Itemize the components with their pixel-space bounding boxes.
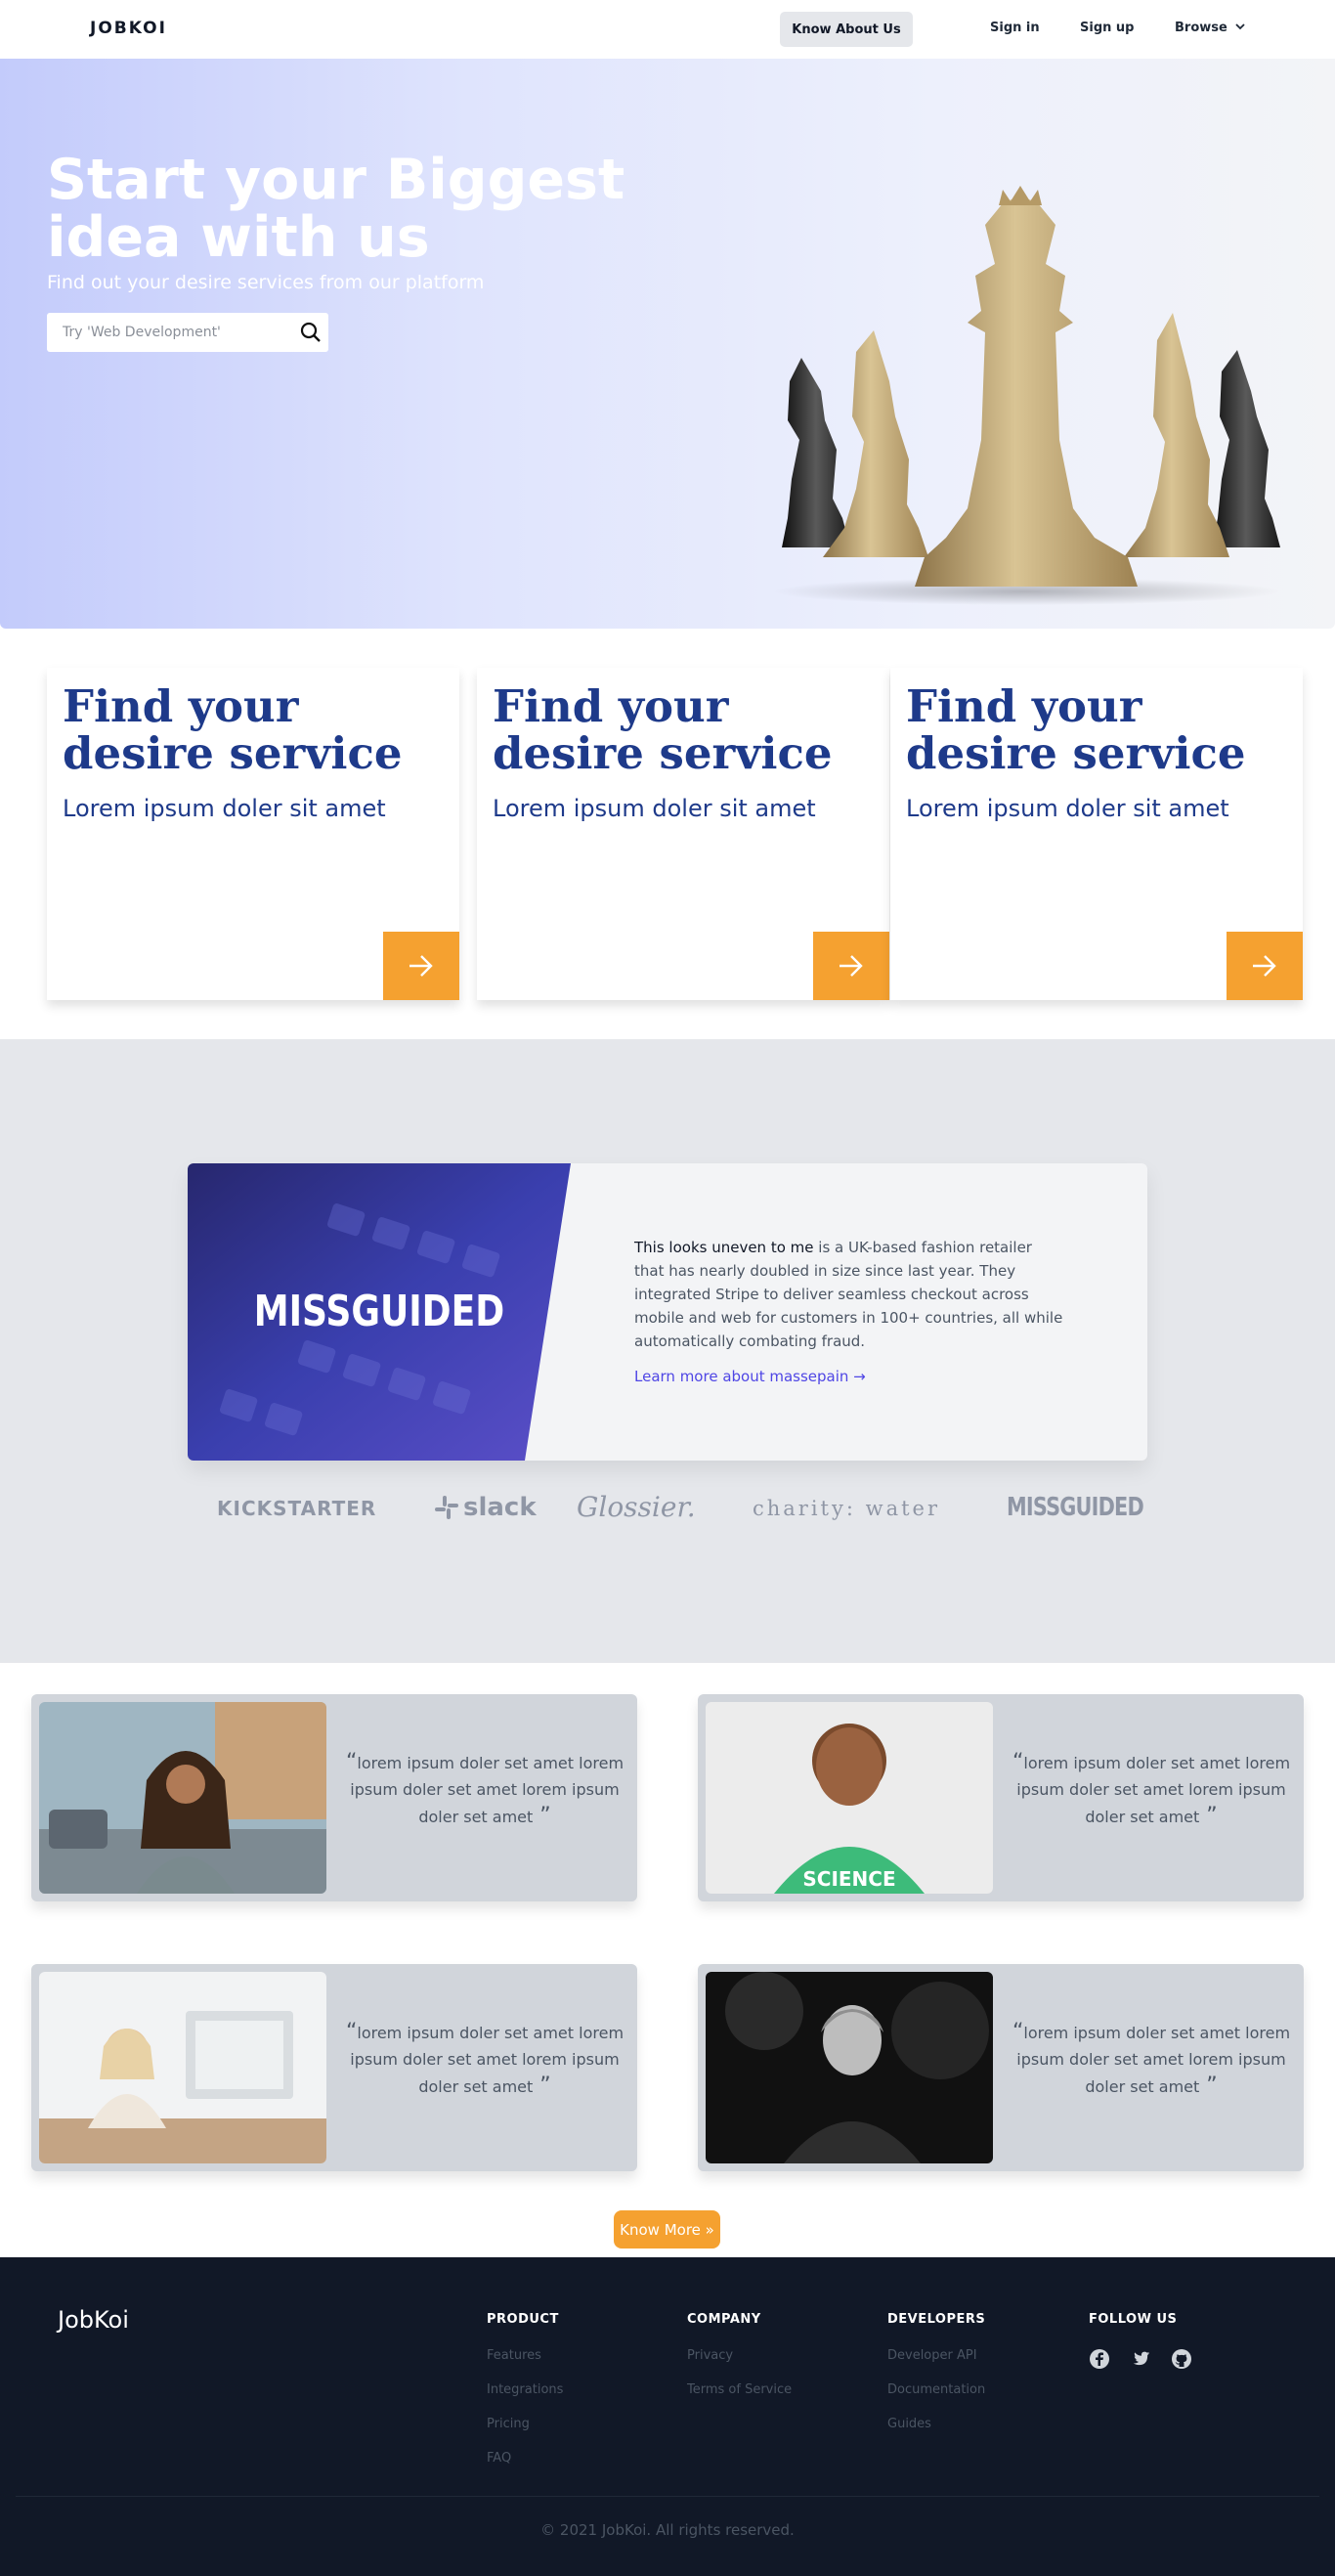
footer-brand[interactable]: JobKoi (58, 2306, 129, 2334)
footer-product-column: PRODUCT Features Integrations Pricing FA… (487, 2312, 563, 2485)
slack-logo-text: slack (463, 1493, 537, 1522)
learn-more-link[interactable]: Learn more about massepain → (634, 1368, 866, 1385)
slack-icon (435, 1496, 458, 1519)
service-card-subtitle: Lorem ipsum doler sit amet (63, 795, 386, 822)
footer-company-column: COMPANY Privacy Terms of Service (687, 2312, 792, 2417)
footer-heading: DEVELOPERS (887, 2312, 986, 2327)
testimonial-photo (39, 1972, 326, 2163)
glossier-logo: Glossier. (577, 1491, 696, 1523)
testimonial-photo: SCIENCE (706, 1702, 993, 1894)
testimonials-section: “lorem ipsum doler set amet lorem ipsum … (0, 1663, 1335, 2257)
missguided-logo: MISSGUIDED (1007, 1493, 1144, 1522)
service-card-arrow-button[interactable] (813, 932, 889, 1000)
twitter-icon[interactable] (1130, 2348, 1151, 2370)
logo[interactable]: JOBKOI (90, 19, 167, 38)
customer-story-text: This looks uneven to me is a UK-based fa… (634, 1236, 1064, 1353)
missguided-keyboard-image: MISSGUIDED (188, 1163, 571, 1461)
github-icon[interactable] (1171, 2348, 1192, 2370)
testimonial-quote-text: lorem ipsum doler set amet lorem ipsum d… (1016, 2024, 1291, 2096)
footer-link[interactable]: Developer API (887, 2348, 985, 2363)
arrow-right-icon (1253, 955, 1276, 977)
testimonial-quote: “lorem ipsum doler set amet lorem ipsum … (345, 2020, 624, 2098)
arrow-right-icon (840, 955, 863, 977)
social-icons (1089, 2348, 1192, 2370)
svg-text:MISSGUIDED: MISSGUIDED (254, 1288, 504, 1336)
facebook-icon[interactable] (1089, 2348, 1110, 2370)
services-section: Find your desire service Lorem ipsum dol… (0, 629, 1335, 1039)
footer-link[interactable]: Terms of Service (687, 2382, 792, 2397)
search-icon[interactable] (299, 321, 323, 348)
testimonial-card: “lorem ipsum doler set amet lorem ipsum … (31, 1694, 637, 1901)
sign-up-link[interactable]: Sign up (1080, 21, 1134, 35)
service-card-title: Find your desire service (63, 680, 403, 779)
footer-link[interactable]: Features (487, 2348, 563, 2363)
testimonial-photo (706, 1972, 993, 2163)
testimonial-card: SCIENCE “lorem ipsum doler set amet lore… (698, 1694, 1304, 1901)
hero-subtitle: Find out your desire services from our p… (47, 272, 485, 293)
search-box (47, 313, 328, 352)
copyright-text: © 2021 JobKoi. All rights reserved. (540, 2521, 795, 2539)
footer-heading: PRODUCT (487, 2312, 559, 2327)
footer-link[interactable]: Documentation (887, 2382, 985, 2397)
customer-logos: KICKSTARTER slack Glossier. charity: wat… (188, 1489, 1147, 1528)
browse-label: Browse (1175, 21, 1227, 35)
testimonial-quote: “lorem ipsum doler set amet lorem ipsum … (1012, 2020, 1291, 2098)
customer-story-lead: This looks uneven to me (634, 1239, 814, 1256)
testimonial-quote: “lorem ipsum doler set amet lorem ipsum … (345, 1750, 624, 1828)
service-card: Find your desire service Lorem ipsum dol… (47, 668, 459, 1000)
sign-in-link[interactable]: Sign in (990, 21, 1040, 35)
browse-dropdown[interactable]: Browse (1175, 21, 1245, 35)
chess-pieces-image (772, 186, 1280, 605)
footer: JobKoi PRODUCT Features Integrations Pri… (0, 2257, 1335, 2576)
testimonial-photo (39, 1702, 326, 1894)
footer-divider (16, 2496, 1319, 2497)
service-card: Find your desire service Lorem ipsum dol… (890, 668, 1303, 1000)
hero-section: Start your Biggest idea with us Find out… (0, 59, 1335, 629)
footer-heading: FOLLOW US (1089, 2312, 1178, 2327)
footer-link[interactable]: Pricing (487, 2417, 563, 2431)
footer-link[interactable]: Privacy (687, 2348, 792, 2363)
testimonial-quote-text: lorem ipsum doler set amet lorem ipsum d… (350, 2024, 624, 2096)
kickstarter-logo: KICKSTARTER (217, 1497, 377, 1520)
footer-link[interactable]: Integrations (487, 2382, 563, 2397)
testimonial-card: “lorem ipsum doler set amet lorem ipsum … (31, 1964, 637, 2171)
charity-water-logo: charity: water (753, 1497, 941, 1520)
svg-text:SCIENCE: SCIENCE (802, 1867, 895, 1891)
testimonial-quote-text: lorem ipsum doler set amet lorem ipsum d… (1016, 1754, 1291, 1826)
search-input[interactable] (63, 325, 287, 340)
hero-title: Start your Biggest idea with us (47, 148, 625, 270)
testimonial-quote: “lorem ipsum doler set amet lorem ipsum … (1012, 1750, 1291, 1828)
service-card-arrow-button[interactable] (383, 932, 459, 1000)
service-card: Find your desire service Lorem ipsum dol… (477, 668, 889, 1000)
slack-logo: slack (434, 1493, 537, 1522)
top-nav: JOBKOI Know About Us Sign in Sign up Bro… (0, 0, 1335, 59)
know-about-us-button[interactable]: Know About Us (780, 12, 913, 47)
footer-link[interactable]: FAQ (487, 2451, 563, 2466)
chevron-down-icon (1235, 22, 1245, 33)
customer-story-section: MISSGUIDED This looks uneven to me is a … (0, 1039, 1335, 1663)
know-more-button[interactable]: Know More » (614, 2210, 720, 2249)
testimonial-card: “lorem ipsum doler set amet lorem ipsum … (698, 1964, 1304, 2171)
service-card-arrow-button[interactable] (1227, 932, 1303, 1000)
arrow-right-icon (409, 955, 433, 977)
footer-link[interactable]: Guides (887, 2417, 985, 2431)
footer-follow-column: FOLLOW US (1089, 2312, 1192, 2370)
footer-developers-column: DEVELOPERS Developer API Documentation G… (887, 2312, 985, 2451)
service-card-title: Find your desire service (906, 680, 1246, 779)
testimonial-quote-text: lorem ipsum doler set amet lorem ipsum d… (350, 1754, 624, 1826)
service-card-title: Find your desire service (493, 680, 833, 779)
customer-story-card: MISSGUIDED This looks uneven to me is a … (188, 1163, 1147, 1461)
service-card-subtitle: Lorem ipsum doler sit amet (906, 795, 1229, 822)
footer-heading: COMPANY (687, 2312, 761, 2327)
service-card-subtitle: Lorem ipsum doler sit amet (493, 795, 816, 822)
